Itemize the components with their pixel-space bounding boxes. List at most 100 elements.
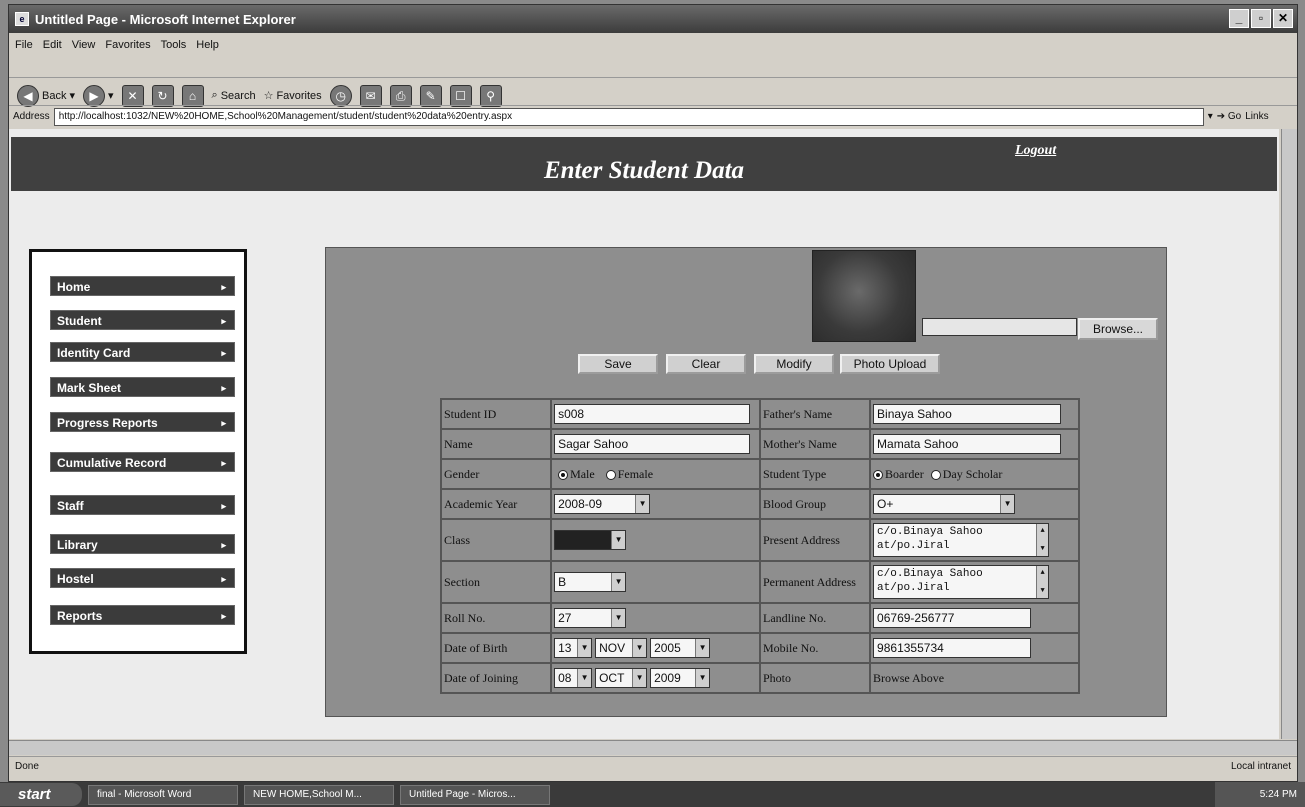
minimize-button[interactable]: _ [1229, 9, 1249, 28]
menu-bar: File Edit View Favorites Tools Help [9, 35, 1297, 55]
discuss-icon[interactable]: ☐ [449, 84, 472, 107]
history-icon[interactable]: ◷ [329, 84, 352, 107]
name-input[interactable]: Sagar Sahoo [554, 434, 751, 454]
stop-icon[interactable]: ✕ [121, 84, 144, 107]
class-select[interactable]: ▼ [554, 530, 627, 550]
scrollbar[interactable]: ▲ ▼ [1036, 566, 1049, 598]
chevron-down-icon: ▼ [695, 639, 710, 657]
photo-upload-button[interactable]: Photo Upload [840, 354, 940, 374]
chevron-down-icon: ▼ [611, 573, 626, 591]
chevron-down-icon: ▼ [632, 669, 647, 687]
research-icon[interactable]: ⚲ [479, 84, 502, 107]
home-icon[interactable]: ⌂ [181, 84, 204, 107]
doj-day-select[interactable]: 08 ▼ [554, 668, 593, 688]
logout-link[interactable]: Logout [1015, 143, 1056, 159]
clear-button[interactable]: Clear [666, 354, 746, 374]
links-label[interactable]: Links [1245, 111, 1268, 122]
arrow-right-icon: ▸ [221, 383, 226, 393]
sidebar-item-cumulative-record[interactable]: Cumulative Record ▸ [50, 452, 235, 472]
chevron-down-icon: ▼ [632, 639, 647, 657]
browse-button[interactable]: Browse... [1078, 318, 1158, 340]
roll-no-select[interactable]: 27 ▼ [554, 608, 627, 628]
mother-name-input[interactable]: Mamata Sahoo [873, 434, 1062, 454]
student-type-day-scholar-radio[interactable]: Day Scholar [930, 467, 1002, 481]
menu-tools[interactable]: Tools [161, 39, 187, 51]
blood-group-label: Blood Group [758, 488, 872, 520]
name-label: Name [439, 428, 553, 460]
task-explorer[interactable]: NEW HOME,School M... [244, 784, 394, 805]
landline-label: Landline No. [758, 602, 872, 634]
gender-male-radio[interactable]: Male [558, 467, 595, 481]
student-id-label: Student ID [439, 398, 553, 430]
doj-year-select[interactable]: 2009 ▼ [650, 668, 711, 688]
start-button[interactable]: start [0, 783, 82, 806]
student-type-boarder-radio[interactable]: Boarder [873, 467, 924, 481]
back-arrow-icon: ◀ [17, 84, 39, 107]
permanent-address-textarea[interactable]: c/o.Binaya Sahoo at/po.Jiral ▲ ▼ [873, 565, 1050, 599]
address-input[interactable]: http://localhost:1032/NEW%20HOME,School%… [53, 107, 1204, 126]
sidebar-item-staff[interactable]: Staff ▸ [50, 495, 235, 515]
print-icon[interactable]: ⎙ [389, 84, 412, 107]
forward-button[interactable]: ▶ ▾ [83, 84, 114, 107]
dob-label: Date of Birth [439, 632, 553, 664]
dob-month-select[interactable]: NOV ▼ [595, 638, 648, 658]
scrollbar[interactable]: ▲ ▼ [1036, 524, 1049, 556]
refresh-icon[interactable]: ↻ [151, 84, 174, 107]
page-header: Enter Student Data Logout [11, 137, 1277, 191]
menu-view[interactable]: View [72, 39, 96, 51]
go-button[interactable]: ➔ Go [1217, 111, 1242, 122]
section-select[interactable]: B ▼ [554, 572, 627, 592]
star-icon: ☆ [263, 90, 274, 102]
vertical-scrollbar[interactable] [1281, 129, 1297, 739]
photo-file-input[interactable] [922, 318, 1077, 336]
gender-female-radio[interactable]: Female [605, 467, 653, 481]
status-bar: Done Local intranet [9, 756, 1297, 776]
edit-icon[interactable]: ✎ [419, 84, 442, 107]
photo-value: Browse Above [869, 662, 1080, 694]
dob-year-select[interactable]: 2005 ▼ [650, 638, 711, 658]
doj-month-select[interactable]: OCT ▼ [595, 668, 648, 688]
radio-unselected-icon [605, 469, 616, 480]
radio-selected-icon [558, 469, 569, 480]
landline-input[interactable]: 06769-256777 [873, 608, 1032, 628]
sidebar-item-student[interactable]: Student ▸ [50, 310, 235, 330]
sidebar-item-identity-card[interactable]: Identity Card ▸ [50, 342, 235, 362]
save-button[interactable]: Save [578, 354, 658, 374]
arrow-right-icon: ▸ [221, 418, 226, 428]
search-button[interactable]: ⌕ Search [212, 89, 256, 102]
sidebar-item-reports[interactable]: Reports ▸ [50, 605, 235, 625]
sidebar-item-home[interactable]: Home ▸ [50, 276, 235, 296]
menu-file[interactable]: File [15, 39, 33, 51]
menu-help[interactable]: Help [196, 39, 219, 51]
student-id-input[interactable]: s008 [554, 404, 751, 424]
mobile-input[interactable]: 9861355734 [873, 638, 1032, 658]
student-data-table: Student ID s008 Father's Name Binaya Sah… [439, 398, 1080, 694]
arrow-right-icon: ▸ [221, 611, 226, 621]
sidebar-item-hostel[interactable]: Hostel ▸ [50, 568, 235, 588]
modify-button[interactable]: Modify [754, 354, 834, 374]
task-ie[interactable]: Untitled Page - Micros... [400, 784, 550, 805]
father-name-input[interactable]: Binaya Sahoo [873, 404, 1062, 424]
menu-favorites[interactable]: Favorites [105, 39, 150, 51]
permanent-address-label: Permanent Address [758, 560, 872, 604]
table-row: Section B ▼ Permanent Address c/o.Binaya … [439, 560, 1080, 604]
maximize-button[interactable]: ▫ [1251, 9, 1271, 28]
close-button[interactable]: ✕ [1273, 9, 1293, 28]
chevron-down-icon: ▼ [1040, 545, 1045, 553]
task-word[interactable]: final - Microsoft Word [88, 784, 238, 805]
menu-edit[interactable]: Edit [43, 39, 62, 51]
blood-group-select[interactable]: O+ ▼ [873, 494, 1016, 514]
chevron-down-icon[interactable]: ▾ [1208, 111, 1213, 122]
present-address-textarea[interactable]: c/o.Binaya Sahoo at/po.Jiral ▲ ▼ [873, 523, 1050, 557]
sidebar-item-library[interactable]: Library ▸ [50, 534, 235, 554]
academic-year-select[interactable]: 2008-09 ▼ [554, 494, 651, 514]
mail-icon[interactable]: ✉ [359, 84, 382, 107]
sidebar-item-progress-reports[interactable]: Progress Reports ▸ [50, 412, 235, 432]
father-name-label: Father's Name [758, 398, 872, 430]
horizontal-scrollbar[interactable] [9, 740, 1297, 755]
sidebar-item-mark-sheet[interactable]: Mark Sheet ▸ [50, 377, 235, 397]
chevron-down-icon: ▼ [635, 495, 650, 513]
dob-day-select[interactable]: 13 ▼ [554, 638, 593, 658]
favorites-button[interactable]: ☆ Favorites [263, 89, 322, 103]
back-button[interactable]: ◀ Back ▾ [17, 84, 75, 107]
